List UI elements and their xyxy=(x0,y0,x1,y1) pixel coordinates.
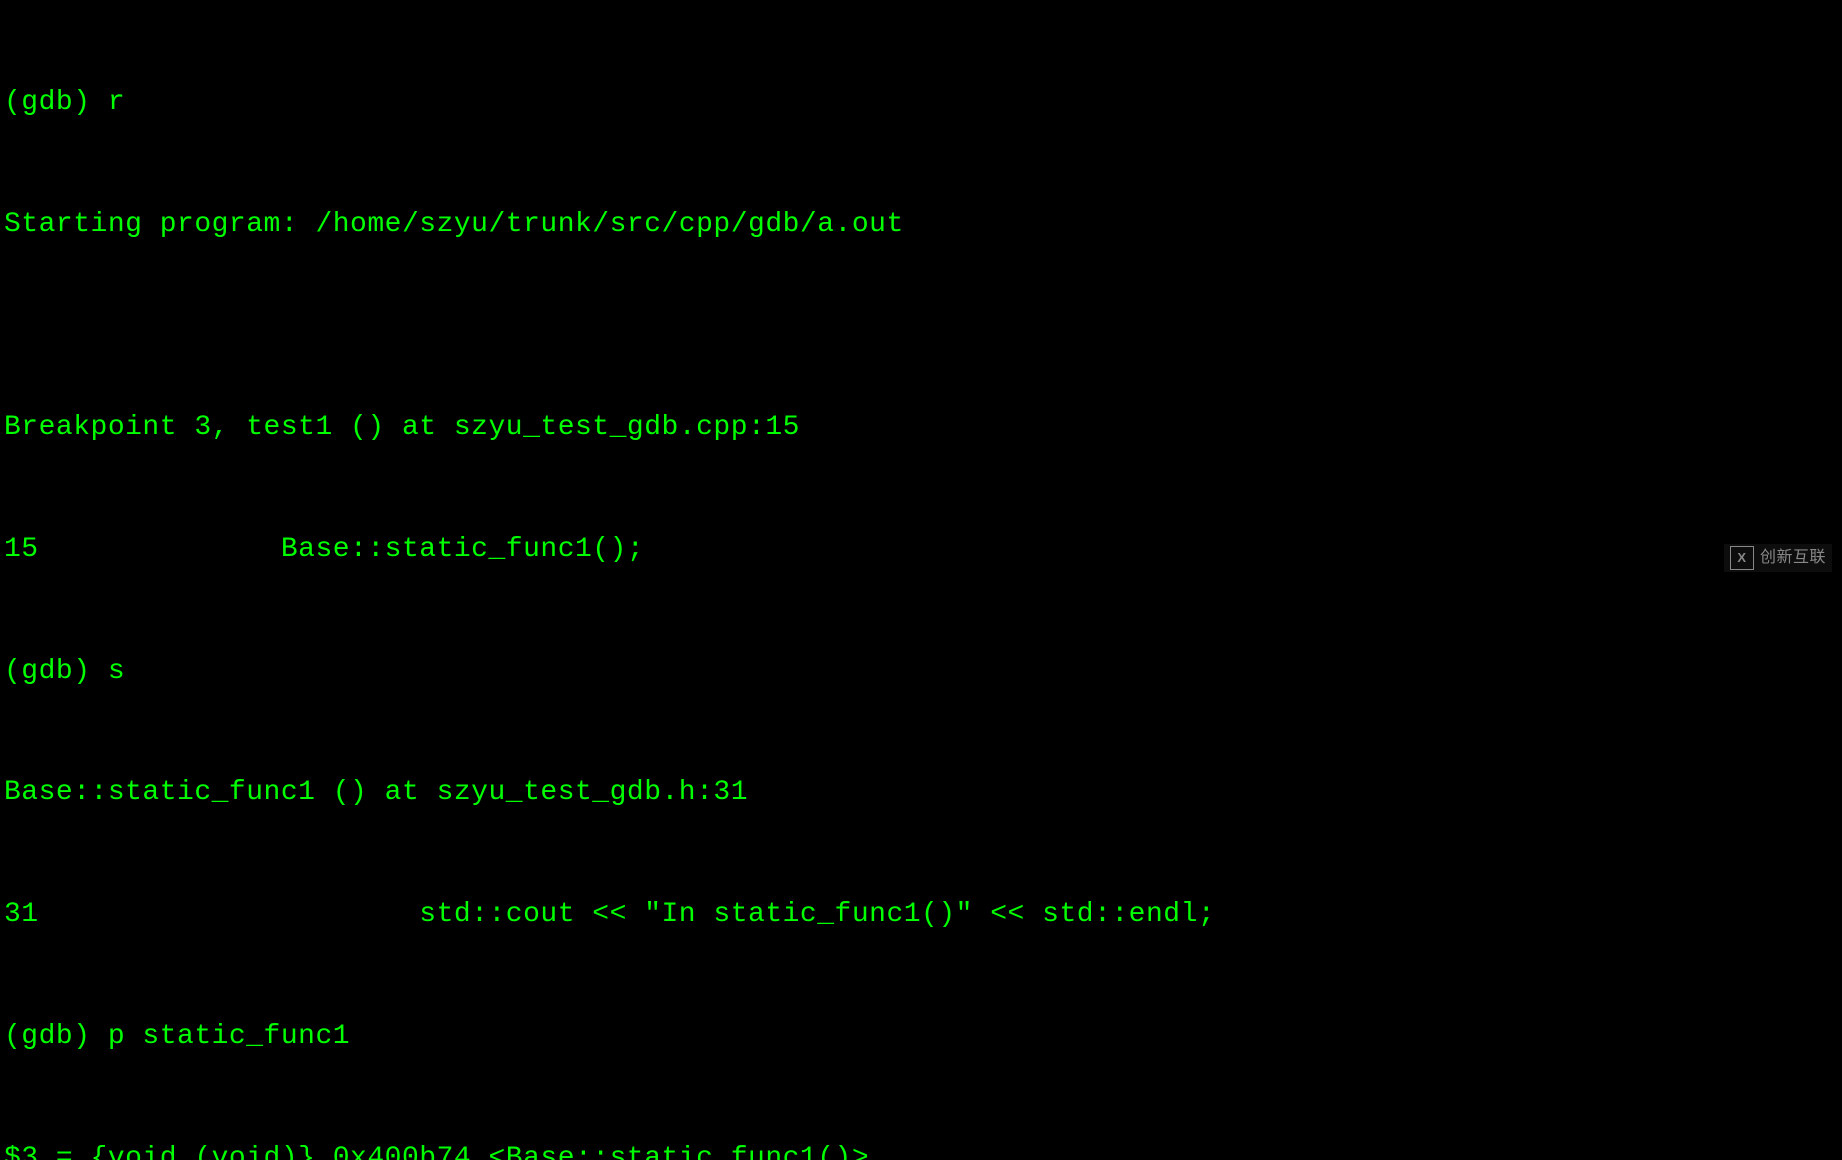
terminal-line: Breakpoint 3, test1 () at szyu_test_gdb.… xyxy=(4,408,1838,449)
terminal-line: 15 Base::static_func1(); xyxy=(4,530,1838,571)
terminal-line: (gdb) p static_func1 xyxy=(4,1017,1838,1058)
terminal-line: Starting program: /home/szyu/trunk/src/c… xyxy=(4,205,1838,246)
terminal-output[interactable]: (gdb) r Starting program: /home/szyu/tru… xyxy=(4,2,1838,1160)
terminal-line: (gdb) r xyxy=(4,83,1838,124)
watermark-icon: X xyxy=(1730,546,1754,570)
watermark-text: 创新互联 xyxy=(1760,546,1826,569)
watermark-icon-text: X xyxy=(1737,549,1746,568)
terminal-line: 31 std::cout << "In static_func1()" << s… xyxy=(4,895,1838,936)
terminal-line: (gdb) s xyxy=(4,652,1838,693)
watermark: X 创新互联 xyxy=(1724,544,1832,572)
terminal-line: $3 = {void (void)} 0x400b74 <Base::stati… xyxy=(4,1139,1838,1160)
terminal-line: Base::static_func1 () at szyu_test_gdb.h… xyxy=(4,773,1838,814)
